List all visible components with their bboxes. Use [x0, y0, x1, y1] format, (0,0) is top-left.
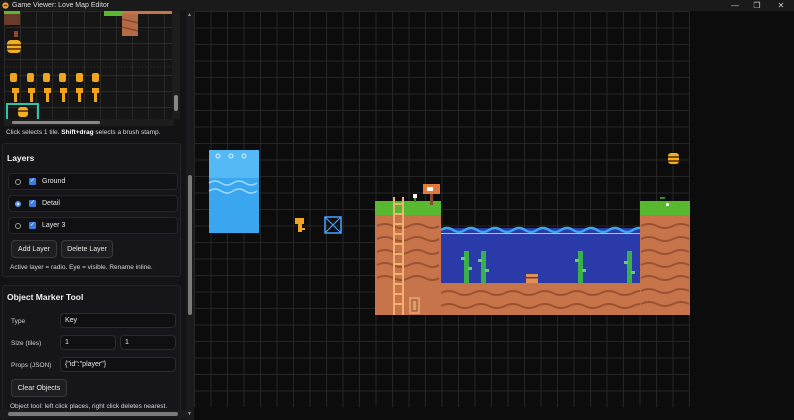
map-tiles — [208, 150, 690, 315]
maximize-button[interactable]: ❒ — [746, 0, 768, 11]
tileset-vertical-scrollbar[interactable] — [172, 11, 180, 119]
object-marker-section: Object Marker Tool Type Key Size (tiles)… — [2, 285, 181, 420]
layer-active-radio[interactable] — [15, 178, 21, 185]
props-input[interactable]: {"id":"player"} — [60, 357, 176, 372]
layer-row-layer-3[interactable]: ✓ Layer 3 — [8, 217, 178, 234]
add-layer-button[interactable]: Add Layer — [11, 240, 57, 258]
delete-layer-button[interactable]: Delete Layer — [61, 240, 113, 258]
panel-vertical-scrollbar[interactable]: ▲ ▼ — [186, 11, 194, 420]
close-button[interactable]: ✕ — [770, 0, 792, 11]
tileset-hint: Click selects 1 tile. Shift+drag selects… — [6, 129, 161, 136]
layer-name[interactable]: Detail — [42, 200, 60, 207]
size-width-input[interactable]: 1 — [60, 335, 116, 350]
tileset-image — [4, 11, 172, 119]
layer-name[interactable]: Layer 3 — [42, 222, 65, 229]
layers-section: Layers ✓ Ground ✓ Detail ✓ Layer 3 Add L… — [2, 143, 181, 277]
object-tool-note: Object tool: left click places, right cl… — [10, 403, 168, 410]
waterfall — [208, 150, 259, 233]
props-label: Props (JSON) — [11, 362, 52, 369]
panel-horizontal-scrollbar[interactable] — [0, 410, 186, 418]
door-icon — [409, 297, 420, 314]
clear-objects-button[interactable]: Clear Objects — [11, 379, 67, 397]
layer-visible-checkbox[interactable]: ✓ — [29, 222, 36, 229]
layer-active-radio[interactable] — [15, 222, 21, 229]
layers-note: Active layer = radio. Eye = visible. Ren… — [10, 264, 153, 271]
size-label: Size (tiles) — [11, 340, 42, 347]
layers-title: Layers — [7, 153, 35, 163]
object-marker-icon — [324, 216, 342, 234]
layer-visible-checkbox[interactable]: ✓ — [29, 200, 36, 207]
size-height-input[interactable]: 1 — [120, 335, 176, 350]
beehive-icon — [7, 40, 21, 53]
layer-row-detail[interactable]: ✓ Detail — [8, 195, 178, 212]
treasure-chest-icon — [526, 274, 538, 283]
layer-visible-checkbox[interactable]: ✓ — [29, 178, 36, 185]
minimize-button[interactable]: — — [724, 0, 746, 11]
type-input[interactable]: Key — [60, 313, 176, 328]
window-title: Game Viewer: Love Map Editor — [12, 2, 110, 9]
tileset-viewer[interactable] — [4, 11, 172, 119]
game-controller-icon — [2, 2, 9, 9]
type-label: Type — [11, 318, 26, 325]
layer-row-ground[interactable]: ✓ Ground — [8, 173, 178, 190]
key-icon — [295, 218, 305, 232]
object-marker-title: Object Marker Tool — [7, 292, 84, 302]
layer-name[interactable]: Ground — [42, 178, 65, 185]
layer-active-radio[interactable] — [15, 200, 21, 207]
tileset-horizontal-scrollbar[interactable] — [4, 119, 174, 126]
map-canvas[interactable] — [194, 11, 794, 420]
side-panel: Click selects 1 tile. Shift+drag selects… — [0, 11, 186, 420]
beehive-icon — [668, 153, 679, 164]
title-bar: Game Viewer: Love Map Editor — ❒ ✕ — [0, 0, 794, 11]
